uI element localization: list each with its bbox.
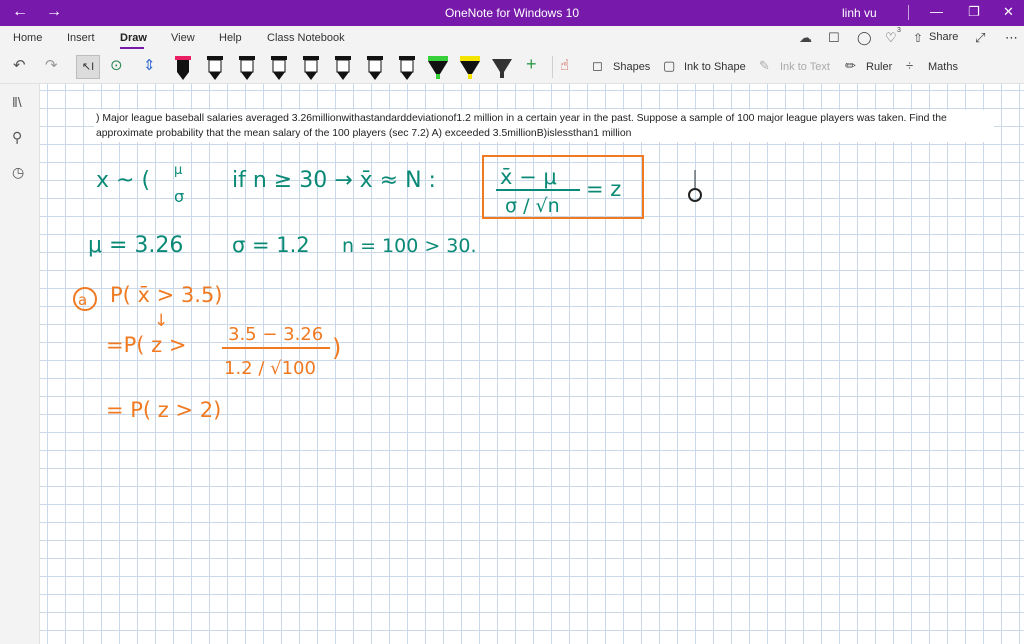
add-pen-icon[interactable]: + — [526, 55, 537, 73]
ruler-icon[interactable]: ✏ — [845, 59, 856, 73]
ink-cursor-circle — [688, 188, 702, 202]
onenote-window: ← → OneNote for Windows 10 linh vu — ❐ ✕… — [0, 0, 1024, 644]
user-name[interactable]: linh vu — [842, 6, 877, 20]
close-icon[interactable]: ✕ — [1003, 4, 1014, 20]
toolbar-separator — [552, 56, 553, 78]
ink-to-shape-icon[interactable]: ▢ — [663, 59, 675, 73]
ink-formula-equals-z: = z — [586, 177, 621, 201]
ruler-button[interactable]: Ruler — [866, 61, 892, 73]
recent-clock-icon[interactable]: ◷ — [12, 164, 24, 181]
pen-black-5[interactable] — [333, 54, 353, 82]
tab-help[interactable]: Help — [219, 32, 242, 44]
ink-sigma-value: σ = 1.2 — [232, 233, 310, 257]
ink-clt-condition: if n ≥ 30 → x̄ ≈ N : — [232, 168, 436, 193]
left-nav-rail: ‖\ ⚲ ◷ — [0, 84, 40, 644]
handwriting-ink: x ~ ( μ σ if n ≥ 30 → x̄ ≈ N : x̄ − μ σ … — [73, 155, 702, 422]
shapes-button[interactable]: Shapes — [613, 61, 650, 73]
ink-n-value: n = 100 > 30. — [342, 235, 477, 257]
tab-view[interactable]: View — [171, 32, 195, 44]
notebook-icon[interactable]: ☐ — [828, 31, 840, 45]
ink-step1: P( x̄ > 3.5) — [110, 283, 223, 307]
title-bar: ← → OneNote for Windows 10 linh vu — ❐ ✕ — [0, 0, 1024, 26]
title-separator — [908, 5, 909, 20]
tab-class-notebook[interactable]: Class Notebook — [267, 32, 345, 44]
ink-part-a-label: a — [78, 291, 87, 309]
pen-black-6[interactable] — [365, 54, 385, 82]
search-icon[interactable]: ⚲ — [12, 129, 22, 146]
ink-formula-numerator: x̄ − μ — [500, 165, 557, 189]
ink-step2-numerator: 3.5 − 3.26 — [228, 324, 323, 345]
maths-icon[interactable]: ÷ — [906, 59, 913, 73]
ink-formula-denominator: σ / √n — [505, 195, 560, 217]
pen-black-4[interactable] — [301, 54, 321, 82]
notification-count: 3 — [897, 27, 901, 34]
pen-black-2[interactable] — [237, 54, 257, 82]
pen-black-1[interactable] — [205, 54, 225, 82]
ink-step2-denominator: 1.2 / √100 — [224, 358, 316, 379]
page-canvas[interactable]: ) Major league baseball salaries average… — [40, 84, 1024, 644]
ribbon-tabs: Home Insert Draw View Help Class Noteboo… — [0, 26, 1024, 51]
lasso-select-icon[interactable]: ⊙ — [110, 58, 123, 74]
share-button[interactable]: Share — [929, 31, 958, 43]
ink-sigma-small: σ — [174, 187, 184, 206]
minimize-icon[interactable]: — — [930, 4, 943, 20]
pen-pink[interactable] — [173, 54, 193, 82]
draw-toolbar: ↶ ↷ ↖I ⊙ ⇕ + ☝ ◻ Shapes ▢ Ink to Shape ✎… — [0, 51, 1024, 84]
add-space-icon[interactable]: ⇕ — [143, 58, 156, 74]
ink-step2-right: ) — [332, 334, 341, 362]
sync-icon[interactable]: ☁ — [799, 31, 812, 45]
type-select-button[interactable]: ↖I — [76, 55, 100, 79]
ink-mu-small: μ — [174, 163, 182, 178]
tab-home[interactable]: Home — [13, 32, 42, 44]
tab-insert[interactable]: Insert — [67, 32, 95, 44]
active-tab-indicator — [120, 47, 144, 49]
bell-icon[interactable]: ♡ — [885, 31, 897, 45]
highlighter-green[interactable] — [426, 54, 450, 82]
touch-draw-icon[interactable]: ☝ — [560, 58, 569, 74]
redo-icon[interactable]: ↷ — [45, 58, 58, 74]
expand-icon[interactable]: ⤢ — [975, 31, 985, 45]
shapes-icon[interactable]: ◻ — [592, 59, 603, 73]
notebooks-icon[interactable]: ‖\ — [12, 94, 22, 110]
pen-black-3[interactable] — [269, 54, 289, 82]
pen-black-7[interactable] — [397, 54, 417, 82]
maximize-icon[interactable]: ❐ — [968, 4, 980, 20]
ink-dist-notation: x ~ ( — [96, 168, 150, 193]
ink-step3: = P( z > 2) — [106, 398, 221, 422]
ink-arrow-down: ↓ — [154, 311, 168, 331]
ink-to-text-icon: ✎ — [759, 58, 770, 73]
share-icon[interactable]: ⇧ — [913, 31, 923, 45]
lightbulb-icon[interactable]: ◯ — [857, 31, 872, 45]
ink-to-text-button: Ink to Text — [780, 61, 830, 73]
undo-icon[interactable]: ↶ — [13, 58, 26, 74]
tab-draw[interactable]: Draw — [120, 32, 147, 44]
more-options-icon[interactable]: ⋯ — [1005, 31, 1018, 45]
maths-button[interactable]: Maths — [928, 61, 958, 73]
ink-mu-value: μ = 3.26 — [88, 233, 183, 258]
highlighter-yellow[interactable] — [458, 54, 482, 82]
highlighter-dark[interactable] — [490, 54, 514, 82]
ink-to-shape-button[interactable]: Ink to Shape — [684, 61, 746, 73]
ink-step2-left: =P( z > — [106, 333, 186, 357]
